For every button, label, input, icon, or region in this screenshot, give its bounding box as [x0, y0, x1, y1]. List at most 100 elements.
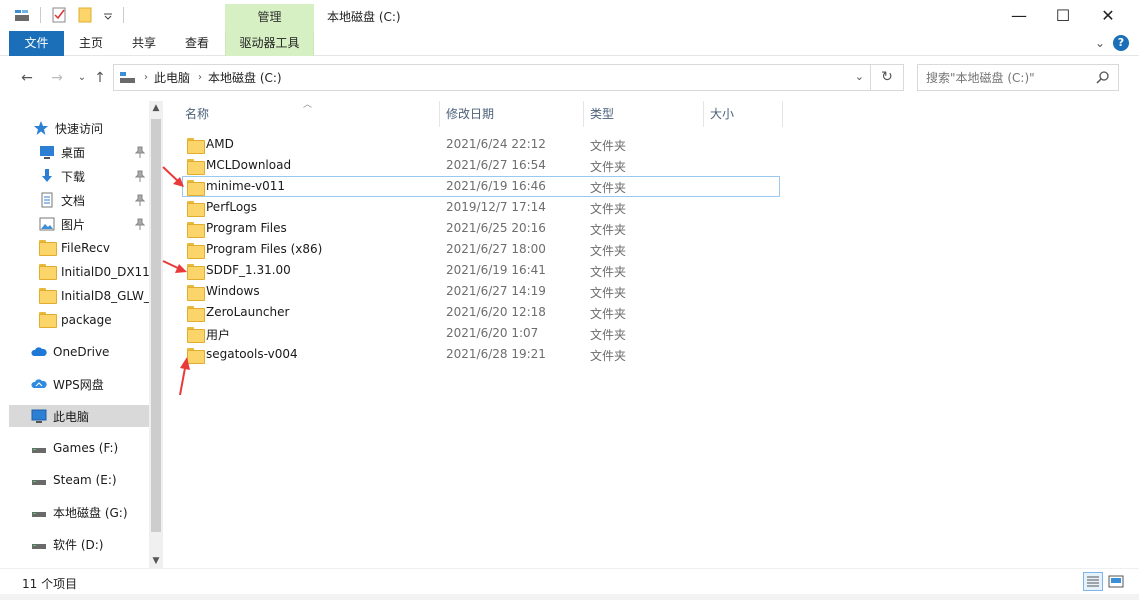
column-header-modified[interactable]: 修改日期 — [440, 101, 583, 127]
sidebar-item-label: 桌面 — [61, 145, 86, 160]
sidebar-item-label: OneDrive — [53, 345, 110, 359]
sidebar-item-filerecv[interactable]: FileRecv — [9, 237, 149, 259]
column-header-name[interactable]: 名称 — [179, 101, 439, 127]
pin-icon[interactable] — [134, 218, 146, 230]
sidebar-item-label: Steam (E:) — [53, 473, 117, 487]
large-icons-view-button[interactable] — [1106, 572, 1126, 591]
forward-button[interactable]: → — [48, 69, 66, 87]
toolbar-divider — [40, 7, 41, 23]
sidebar-item-label: InitialD8_GLW_I — [61, 289, 149, 303]
folder-icon — [187, 138, 205, 154]
sidebar-item-label: 此电脑 — [53, 409, 90, 424]
file-type: 文件夹 — [590, 265, 627, 279]
scroll-down-icon[interactable]: ▼ — [149, 554, 163, 568]
sidebar-item-pictures[interactable]: 图片 — [9, 213, 149, 235]
breadcrumb-separator-icon[interactable]: › — [198, 72, 202, 83]
folder-icon — [187, 243, 205, 259]
up-button[interactable]: ↑ — [91, 69, 109, 87]
minimize-button[interactable]: — — [996, 0, 1042, 31]
tab-drive-tools[interactable]: 驱动器工具 — [225, 31, 314, 56]
list-item[interactable]: Windows 2021/6/27 14:19 文件夹 — [182, 281, 780, 302]
pin-icon[interactable] — [134, 194, 146, 206]
sidebar-item-desktop[interactable]: 桌面 — [9, 141, 149, 163]
document-icon — [39, 192, 55, 208]
drive-icon — [31, 536, 47, 552]
pin-icon[interactable] — [134, 170, 146, 182]
customize-toolbar-icon[interactable] — [103, 7, 113, 23]
help-icon[interactable]: ? — [1113, 35, 1129, 51]
list-item[interactable]: ZeroLauncher 2021/6/20 12:18 文件夹 — [182, 302, 780, 323]
sidebar-item-games-f[interactable]: Games (F:) — [9, 437, 149, 459]
address-bar[interactable]: › 此电脑 › 本地磁盘 (C:) ⌄ — [113, 64, 871, 91]
list-item[interactable]: 用户 2021/6/20 1:07 文件夹 — [182, 323, 780, 344]
list-item[interactable]: segatools-v004 2021/6/28 19:21 文件夹 — [182, 344, 780, 365]
list-item[interactable]: Program Files (x86) 2021/6/27 18:00 文件夹 — [182, 239, 780, 260]
sidebar-item-software-d[interactable]: 软件 (D:) — [9, 533, 149, 555]
list-item[interactable]: MCLDownload 2021/6/27 16:54 文件夹 — [182, 155, 780, 176]
file-name: Windows — [206, 284, 260, 298]
tab-view[interactable]: 查看 — [179, 31, 215, 56]
sidebar-item-documents[interactable]: 文档 — [9, 189, 149, 211]
breadcrumb-this-pc[interactable]: 此电脑 — [154, 69, 190, 86]
sidebar-item-initiald0[interactable]: InitialD0_DX11_ — [9, 261, 149, 283]
sidebar-item-label: 软件 (D:) — [53, 537, 104, 552]
file-explorer-window: 管理 本地磁盘 (C:) — ☐ ✕ 文件 主页 共享 查看 驱动器工具 ⌄ ?… — [0, 0, 1139, 600]
sidebar-item-package[interactable]: package — [9, 309, 149, 331]
sidebar-item-local-disk-g[interactable]: 本地磁盘 (G:) — [9, 501, 149, 523]
list-item-focused[interactable]: minime-v011 2021/6/19 16:46 文件夹 — [182, 176, 780, 197]
computer-icon — [120, 71, 136, 85]
column-header-type[interactable]: 类型 — [584, 101, 703, 127]
search-box[interactable] — [917, 64, 1119, 91]
sidebar-item-onedrive[interactable]: OneDrive — [9, 341, 149, 363]
list-item[interactable]: PerfLogs 2019/12/7 17:14 文件夹 — [182, 197, 780, 218]
pin-icon[interactable] — [134, 146, 146, 158]
folder-icon — [187, 201, 205, 217]
list-item[interactable]: AMD 2021/6/24 22:12 文件夹 — [182, 134, 780, 155]
search-icon[interactable] — [1096, 70, 1110, 84]
list-item[interactable]: Program Files 2021/6/25 20:16 文件夹 — [182, 218, 780, 239]
details-view-button[interactable] — [1083, 572, 1103, 591]
breadcrumb-local-disk[interactable]: 本地磁盘 (C:) — [208, 69, 282, 86]
sidebar-item-downloads[interactable]: 下载 — [9, 165, 149, 187]
maximize-button[interactable]: ☐ — [1040, 0, 1086, 31]
new-folder-icon[interactable] — [77, 7, 93, 23]
sidebar-item-initiald8[interactable]: InitialD8_GLW_I — [9, 285, 149, 307]
column-header-size[interactable]: 大小 — [704, 101, 782, 127]
back-button[interactable]: ← — [18, 69, 36, 87]
file-type: 文件夹 — [590, 286, 627, 300]
tab-home[interactable]: 主页 — [73, 31, 109, 56]
refresh-button[interactable]: ↻ — [871, 64, 904, 91]
file-name: segatools-v004 — [206, 347, 298, 361]
address-dropdown-icon[interactable]: ⌄ — [855, 70, 864, 83]
picture-icon — [39, 216, 55, 232]
file-type: 文件夹 — [590, 328, 627, 342]
tab-share[interactable]: 共享 — [126, 31, 162, 56]
sidebar-item-this-pc[interactable]: 此电脑 — [9, 405, 149, 427]
properties-icon[interactable] — [51, 7, 67, 23]
tab-file[interactable]: 文件 — [9, 31, 64, 56]
sidebar-item-label: InitialD0_DX11_ — [61, 265, 149, 279]
sidebar-item-steam-e[interactable]: Steam (E:) — [9, 469, 149, 491]
scroll-up-icon[interactable]: ▲ — [149, 101, 163, 115]
sidebar-item-wps-drive[interactable]: WPS网盘 — [9, 373, 149, 395]
window-bottom-edge — [0, 594, 1139, 600]
file-name: minime-v011 — [206, 179, 286, 193]
drive-icon — [31, 504, 47, 520]
column-divider[interactable] — [782, 101, 783, 127]
explorer-app-icon[interactable] — [14, 7, 30, 23]
file-modified: 2021/6/20 1:07 — [446, 326, 539, 340]
list-item[interactable]: SDDF_1.31.00 2021/6/19 16:41 文件夹 — [182, 260, 780, 281]
search-input[interactable] — [926, 70, 1096, 85]
breadcrumb-separator-icon[interactable]: › — [144, 72, 148, 83]
file-type: 文件夹 — [590, 160, 627, 174]
file-name: Program Files (x86) — [206, 242, 323, 256]
expand-ribbon-icon[interactable]: ⌄ — [1095, 36, 1105, 50]
folder-icon — [39, 264, 57, 280]
manage-context-tab[interactable]: 管理 — [225, 4, 314, 31]
folder-icon — [39, 288, 57, 304]
file-name: SDDF_1.31.00 — [206, 263, 291, 277]
sidebar-item-quick-access[interactable]: 快速访问 — [9, 117, 149, 139]
close-button[interactable]: ✕ — [1085, 0, 1131, 31]
file-modified: 2019/12/7 17:14 — [446, 200, 546, 214]
recent-locations-button[interactable]: ⌄ — [73, 69, 91, 87]
